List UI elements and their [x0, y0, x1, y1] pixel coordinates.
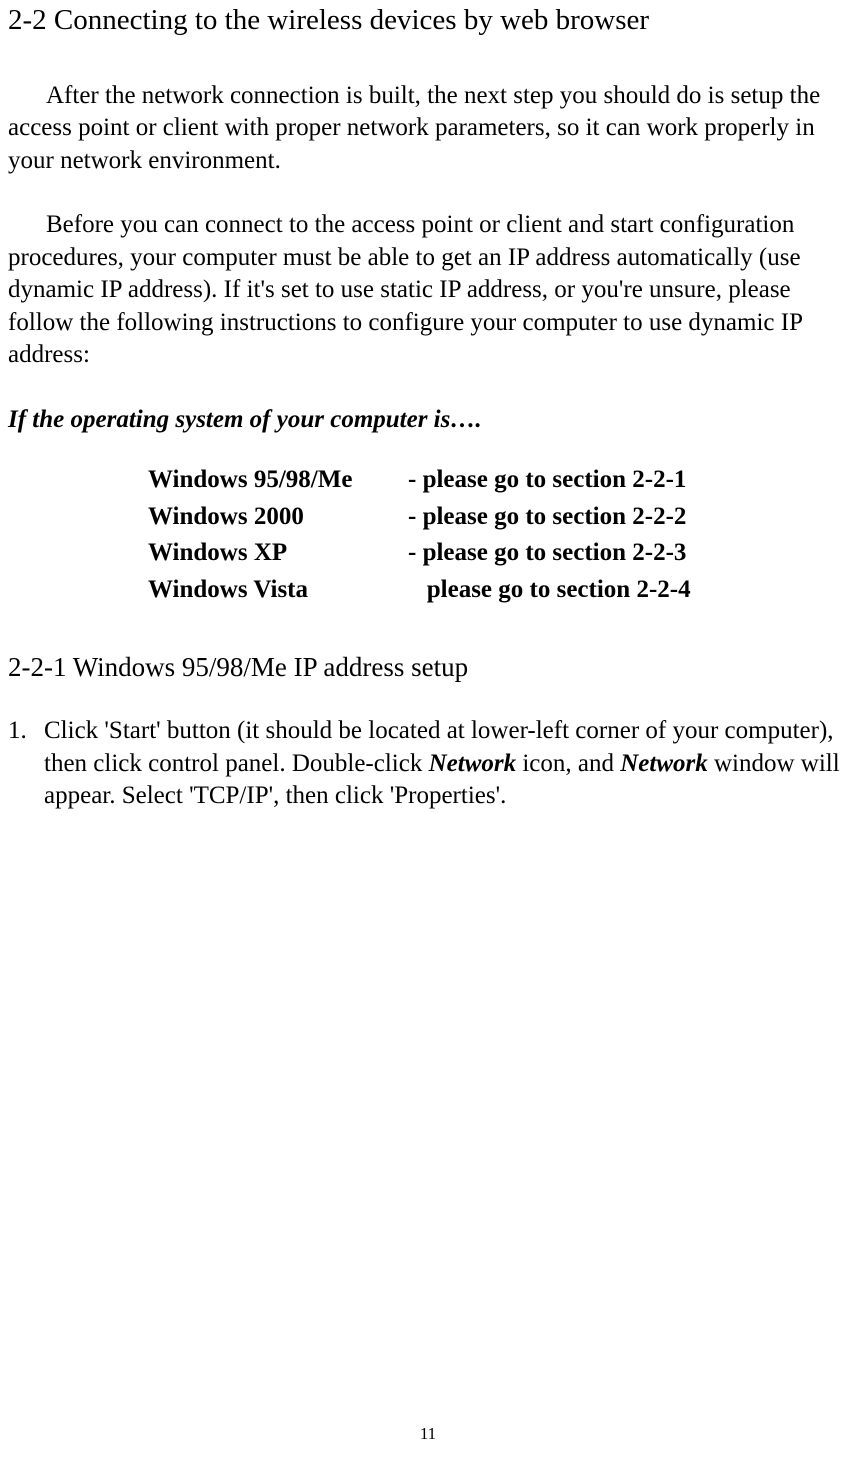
- os-name: Windows Vista: [148, 574, 408, 607]
- step-number: 1.: [8, 715, 44, 813]
- emphasis-network-2: Network: [620, 750, 708, 777]
- os-row: Windows 2000 - please go to section 2-2-…: [148, 501, 848, 534]
- page-number: 11: [0, 1423, 856, 1445]
- os-name: Windows 2000: [148, 501, 408, 534]
- step-text-mid: icon, and: [516, 750, 620, 777]
- os-name: Windows XP: [148, 537, 408, 570]
- section-title: 2-2 Connecting to the wireless devices b…: [8, 2, 848, 40]
- os-action: - please go to section 2-2-1: [408, 464, 848, 497]
- os-action: please go to section 2-2-4: [408, 574, 848, 607]
- step-text: Click 'Start' button (it should be locat…: [44, 715, 848, 813]
- os-name: Windows 95/98/Me: [148, 464, 408, 497]
- paragraph-2: Before you can connect to the access poi…: [8, 209, 848, 372]
- os-list: Windows 95/98/Me - please go to section …: [148, 464, 848, 606]
- os-row: Windows XP - please go to section 2-2-3: [148, 537, 848, 570]
- step-1: 1. Click 'Start' button (it should be lo…: [8, 715, 848, 813]
- os-intro: If the operating system of your computer…: [8, 404, 848, 437]
- os-row: Windows Vista please go to section 2-2-4: [148, 574, 848, 607]
- sub-section-title: 2-2-1 Windows 95/98/Me IP address setup: [8, 650, 848, 685]
- paragraph-1: After the network connection is built, t…: [8, 80, 848, 178]
- os-row: Windows 95/98/Me - please go to section …: [148, 464, 848, 497]
- os-action: - please go to section 2-2-2: [408, 501, 848, 534]
- emphasis-network-1: Network: [429, 750, 517, 777]
- os-action: - please go to section 2-2-3: [408, 537, 848, 570]
